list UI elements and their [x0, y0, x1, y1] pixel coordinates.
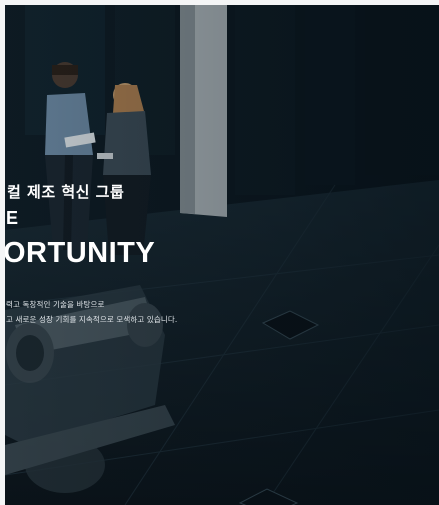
hero-headline: ORTUNITY — [5, 237, 156, 269]
hero-tagline-line: E — [6, 208, 20, 228]
hero-banner: 컬 제조 혁신 그룹 E ORTUNITY 력고 독창적인 기술을 바탕으로 고… — [5, 5, 439, 505]
hero-description-line-2: 고 새로운 성장 기회를 지속적으로 모색하고 있습니다. — [6, 315, 178, 324]
hero-subtitle: 컬 제조 혁신 그룹 — [7, 183, 125, 201]
hero-description-line-1: 력고 독창적인 기술을 바탕으로 — [6, 300, 105, 309]
hero-text-block: 컬 제조 혁신 그룹 E ORTUNITY 력고 독창적인 기술을 바탕으로 고… — [5, 5, 439, 505]
